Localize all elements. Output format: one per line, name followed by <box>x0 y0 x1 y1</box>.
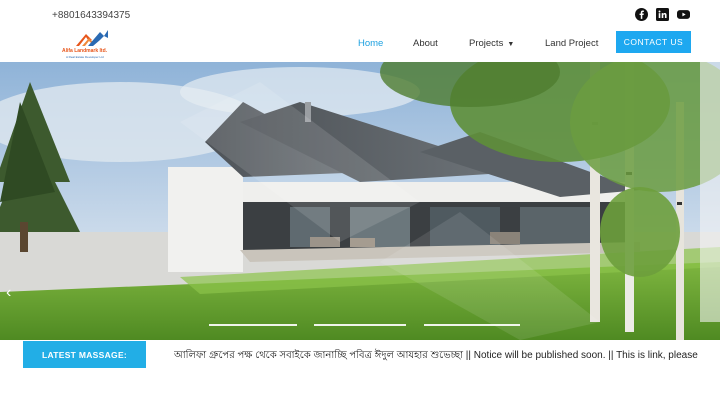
facebook-icon[interactable] <box>635 8 648 21</box>
nav-land-project[interactable]: Land Project <box>545 38 598 49</box>
logo-tagline: A Real Estate Developer Ltd <box>66 55 104 59</box>
phone-number[interactable]: +8801643394375 <box>52 10 130 21</box>
nav-about[interactable]: About <box>413 38 438 49</box>
contact-us-button[interactable]: CONTACT US <box>616 31 691 53</box>
hero-slider: ‹ <box>0 62 720 340</box>
nav-projects[interactable]: Projects ▼ <box>469 38 514 49</box>
nav-home[interactable]: Home <box>358 38 383 49</box>
slider-indicator-3[interactable] <box>424 324 520 326</box>
hero-image <box>0 62 720 340</box>
ticker-message[interactable]: আলিফা গ্রুপের পক্ষ থেকে সবাইকে জানাচ্ছি … <box>174 348 720 365</box>
slider-prev-arrow[interactable]: ‹ <box>6 284 11 302</box>
logo-name: Alifa Landmark ltd. <box>62 48 108 54</box>
social-links <box>635 8 690 21</box>
linkedin-icon[interactable] <box>656 8 669 21</box>
news-ticker: LATEST MASSAGE: আলিফা গ্রুপের পক্ষ থেকে … <box>0 341 720 371</box>
nav-projects-label: Projects <box>469 38 504 49</box>
youtube-icon[interactable] <box>677 8 690 21</box>
chevron-down-icon: ▼ <box>507 41 515 48</box>
ticker-label: LATEST MASSAGE: <box>23 341 146 368</box>
top-bar: +8801643394375 <box>0 0 720 28</box>
slider-indicator-2[interactable] <box>314 324 406 326</box>
slider-indicator-1[interactable] <box>209 324 297 326</box>
main-navigation: Alifa Landmark ltd. A Real Estate Develo… <box>0 28 720 62</box>
